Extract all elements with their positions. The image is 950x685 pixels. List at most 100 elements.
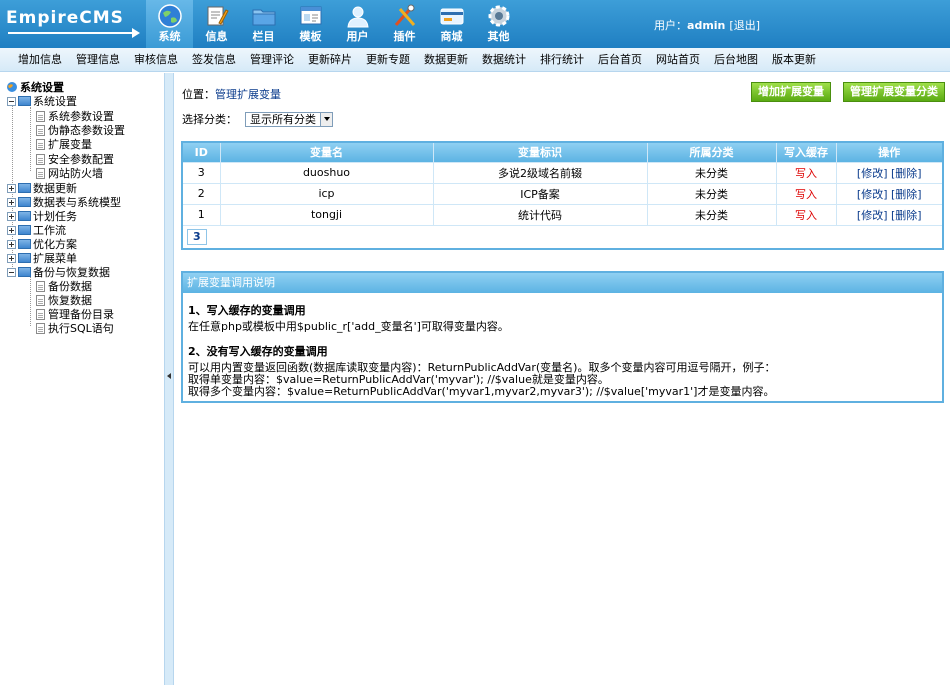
subnav-admin-map[interactable]: 后台地图 bbox=[707, 48, 765, 71]
cell-var-name: icp bbox=[219, 182, 434, 205]
help-section1-title: 1、写入缓存的变量调用 bbox=[188, 304, 306, 317]
delete-link[interactable]: [删除] bbox=[891, 209, 922, 222]
table-row: 3 duoshuo 多说2级域名前辍 未分类 写入 [修改] [删除] bbox=[181, 161, 944, 184]
nav-info-label: 信息 bbox=[205, 30, 228, 43]
nav-other[interactable]: 其他 bbox=[475, 0, 522, 48]
subnav-manage-info[interactable]: 管理信息 bbox=[69, 48, 127, 71]
cell-var-title: 多说2级域名前辍 bbox=[432, 161, 648, 184]
user-prefix: 用户： bbox=[654, 19, 688, 32]
help-panel: 扩展变量调用说明 1、写入缓存的变量调用 在任意php或模板中用$public_… bbox=[181, 271, 944, 403]
subnav-manage-comment[interactable]: 管理评论 bbox=[243, 48, 301, 71]
tree-item-ext-vars[interactable]: 扩展变量 bbox=[36, 136, 92, 152]
folder-icon bbox=[18, 197, 31, 207]
cell-cache: 写入 bbox=[775, 182, 837, 205]
tree-group-system[interactable]: 系统设置 bbox=[7, 93, 77, 109]
subnav-update-topic[interactable]: 更新专题 bbox=[359, 48, 417, 71]
nav-system-label: 系统 bbox=[158, 30, 181, 43]
page-icon bbox=[36, 322, 45, 334]
page-icon bbox=[36, 124, 45, 136]
subnav-add-info[interactable]: 增加信息 bbox=[11, 48, 69, 71]
cell-class: 未分类 bbox=[646, 182, 777, 205]
cell-cache: 写入 bbox=[775, 203, 837, 226]
page-icon bbox=[36, 294, 45, 306]
tree-item-exec-sql[interactable]: 执行SQL语句 bbox=[36, 320, 114, 336]
breadcrumb: 位置：管理扩展变量 bbox=[182, 86, 281, 102]
cell-var-name: duoshuo bbox=[219, 161, 434, 184]
nav-system[interactable]: 系统 bbox=[146, 0, 193, 48]
edit-link[interactable]: [修改] bbox=[857, 167, 888, 180]
collapse-icon[interactable] bbox=[7, 267, 16, 277]
logout-link[interactable]: [退出] bbox=[729, 19, 760, 32]
cell-class: 未分类 bbox=[646, 161, 777, 184]
gear-icon bbox=[488, 5, 509, 27]
top-header: EmpireCMS 系统 信息 栏目 模板 用户 插件 商城 其他 用户：adm… bbox=[0, 0, 950, 48]
delete-link[interactable]: [删除] bbox=[891, 167, 922, 180]
collapse-icon[interactable] bbox=[7, 96, 16, 106]
cell-var-title: 统计代码 bbox=[432, 203, 648, 226]
nav-info[interactable]: 信息 bbox=[193, 0, 240, 48]
page-icon bbox=[36, 167, 45, 179]
nav-user[interactable]: 用户 bbox=[334, 0, 381, 48]
manage-ext-var-class-button[interactable]: 管理扩展变量分类 bbox=[843, 82, 945, 102]
tools-icon bbox=[394, 4, 415, 26]
nav-template[interactable]: 模板 bbox=[287, 0, 334, 48]
logo-arrow bbox=[8, 28, 140, 38]
table-footer-row: 3 bbox=[181, 224, 944, 250]
subnav-version-update[interactable]: 版本更新 bbox=[765, 48, 823, 71]
breadcrumb-link[interactable]: 管理扩展变量 bbox=[215, 88, 281, 101]
cell-var-title: ICP备案 bbox=[432, 182, 648, 205]
nav-user-label: 用户 bbox=[346, 30, 369, 43]
subnav-data-stats[interactable]: 数据统计 bbox=[475, 48, 533, 71]
page-icon bbox=[36, 280, 45, 292]
col-id: ID bbox=[181, 141, 221, 163]
delete-link[interactable]: [删除] bbox=[891, 188, 922, 201]
class-filter: 选择分类： 显示所有分类 bbox=[182, 111, 333, 127]
expand-icon[interactable] bbox=[7, 253, 16, 263]
add-ext-var-button[interactable]: 增加扩展变量 bbox=[751, 82, 831, 102]
template-icon bbox=[300, 6, 321, 25]
nav-column[interactable]: 栏目 bbox=[240, 0, 287, 48]
nav-plugin[interactable]: 插件 bbox=[381, 0, 428, 48]
folder-icon bbox=[18, 253, 31, 263]
table-row: 1 tongji 统计代码 未分类 写入 [修改] [删除] bbox=[181, 203, 944, 226]
folder-icon bbox=[18, 96, 31, 106]
card-icon bbox=[440, 8, 463, 25]
help-section1-text: 在任意php或模板中用$public_r['add_变量名']可取得变量内容。 bbox=[188, 320, 509, 333]
expand-icon[interactable] bbox=[7, 225, 16, 235]
empirecms-logo: EmpireCMS bbox=[6, 8, 140, 42]
expand-icon[interactable] bbox=[7, 211, 16, 221]
subnav-rank-stats[interactable]: 排行统计 bbox=[533, 48, 591, 71]
edit-icon bbox=[207, 6, 229, 26]
edit-link[interactable]: [修改] bbox=[857, 209, 888, 222]
folder-icon bbox=[18, 225, 31, 235]
page-icon bbox=[36, 138, 45, 150]
col-var-title: 变量标识 bbox=[432, 141, 648, 163]
chevron-down-icon[interactable] bbox=[320, 112, 332, 126]
main-nav: 系统 信息 栏目 模板 用户 插件 商城 其他 bbox=[146, 0, 522, 48]
expand-icon[interactable] bbox=[7, 183, 16, 193]
cell-class: 未分类 bbox=[646, 203, 777, 226]
tree-group-label: 系统设置 bbox=[33, 95, 77, 108]
collapse-arrow-icon[interactable] bbox=[167, 373, 171, 379]
subnav-update-data[interactable]: 数据更新 bbox=[417, 48, 475, 71]
tree-item-label: 扩展变量 bbox=[48, 138, 92, 151]
subnav-admin-home[interactable]: 后台首页 bbox=[591, 48, 649, 71]
expand-icon[interactable] bbox=[7, 239, 16, 249]
class-select[interactable]: 显示所有分类 bbox=[245, 111, 333, 127]
subnav-check-info[interactable]: 审核信息 bbox=[127, 48, 185, 71]
tree-item-firewall[interactable]: 网站防火墙 bbox=[36, 165, 103, 181]
subnav-sign-info[interactable]: 签发信息 bbox=[185, 48, 243, 71]
subnav-site-home[interactable]: 网站首页 bbox=[649, 48, 707, 71]
subnav-update-fragment[interactable]: 更新碎片 bbox=[301, 48, 359, 71]
folder-icon bbox=[18, 267, 31, 277]
nav-shop[interactable]: 商城 bbox=[428, 0, 475, 48]
cell-actions: [修改] [删除] bbox=[835, 161, 944, 184]
edit-link[interactable]: [修改] bbox=[857, 188, 888, 201]
sub-nav: 增加信息 管理信息 审核信息 签发信息 管理评论 更新碎片 更新专题 数据更新 … bbox=[0, 48, 950, 72]
page-count[interactable]: 3 bbox=[187, 228, 207, 245]
folder-icon bbox=[18, 183, 31, 193]
page-icon bbox=[36, 110, 45, 122]
expand-icon[interactable] bbox=[7, 197, 16, 207]
col-actions: 操作 bbox=[835, 141, 944, 163]
sidebar-splitter[interactable] bbox=[164, 73, 174, 685]
